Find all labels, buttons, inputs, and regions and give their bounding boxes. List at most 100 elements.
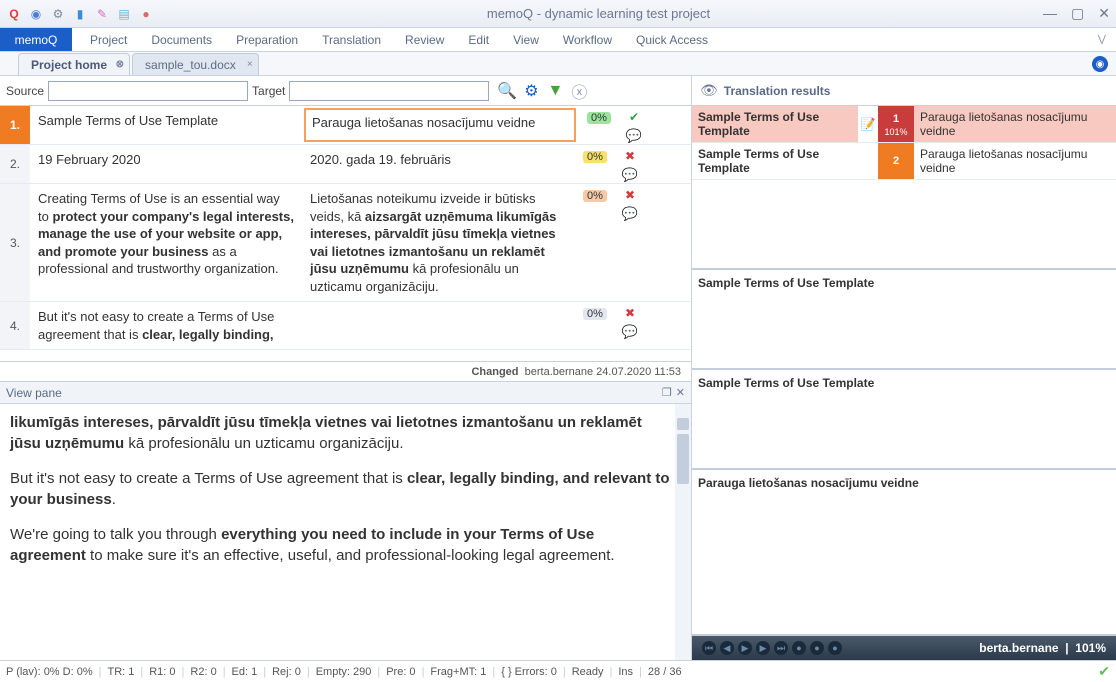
- status-bar: P (lav): 0% D: 0%|TR: 1|R1: 0|R2: 0|Ed: …: [0, 660, 1116, 682]
- info-text: Sample Terms of Use Template: [698, 276, 874, 290]
- ribbon-expand-icon[interactable]: ⋁: [1098, 34, 1116, 45]
- segment-match-pct: 0%: [574, 184, 616, 301]
- segment-row[interactable]: 4.But it's not easy to create a Terms of…: [0, 302, 691, 350]
- source-filter-input[interactable]: [48, 81, 248, 101]
- user-status-bar: ⏮ ◀ ▶ ▶ ⏭ ● ● ● berta.bernane | 101%: [692, 636, 1116, 660]
- status-field: Pre: 0: [386, 666, 415, 678]
- separator: |: [223, 666, 226, 678]
- segment-status: ✖💬: [616, 145, 644, 183]
- segment-target[interactable]: [302, 302, 574, 349]
- segment-target[interactable]: Lietošanas noteikumu izveide ir būtisks …: [302, 184, 574, 301]
- segment-row[interactable]: 2.19 February 20202020. gada 19. februār…: [0, 145, 691, 184]
- separator: |: [610, 666, 613, 678]
- tab-project-home[interactable]: Project home ⊗: [18, 53, 130, 75]
- segment-number: 4.: [0, 302, 30, 349]
- comment-icon[interactable]: 💬: [622, 167, 638, 183]
- menu-preparation[interactable]: Preparation: [236, 33, 298, 47]
- translation-results-title: Translation results: [724, 84, 831, 98]
- nav-last-icon[interactable]: ⏭: [774, 641, 788, 655]
- confirmed-icon[interactable]: ✔: [629, 110, 639, 124]
- close-button[interactable]: ✕: [1098, 5, 1110, 22]
- check-icon[interactable]: ✔: [1098, 663, 1110, 680]
- settings-gear-icon[interactable]: ⚙: [521, 81, 541, 101]
- eye-icon[interactable]: 👁: [700, 82, 718, 99]
- globe-icon[interactable]: ◉: [28, 6, 44, 22]
- gear-icon[interactable]: ⚙: [50, 6, 66, 22]
- close-icon[interactable]: ×: [247, 59, 253, 70]
- status-field: 28 / 36: [648, 666, 682, 678]
- segment-number: 3.: [0, 184, 30, 301]
- segment-number: 1.: [0, 106, 30, 144]
- match-row[interactable]: Sample Terms of Use Template📝1101%Paraug…: [692, 106, 1116, 143]
- preview-paragraph: likumīgās intereses, pārvaldīt jūsu tīme…: [10, 412, 673, 454]
- status-field: Empty: 290: [316, 666, 372, 678]
- segment-source[interactable]: Sample Terms of Use Template: [30, 106, 302, 144]
- segment-target[interactable]: 2020. gada 19. februāris: [302, 145, 574, 183]
- scroll-thumb[interactable]: [677, 434, 689, 484]
- q-icon[interactable]: Q: [6, 6, 22, 22]
- segment-row[interactable]: 3.Creating Terms of Use is an essential …: [0, 184, 691, 302]
- segments-grid[interactable]: 1.Sample Terms of Use TemplateParauga li…: [0, 106, 691, 362]
- nav-first-icon[interactable]: ⏮: [702, 641, 716, 655]
- status-field: R2: 0: [190, 666, 216, 678]
- unconfirmed-icon[interactable]: ✖: [625, 188, 635, 202]
- nav-prev-icon[interactable]: ◀: [720, 641, 734, 655]
- menu-translation[interactable]: Translation: [322, 33, 381, 47]
- filter-add-icon[interactable]: ▼: [545, 81, 565, 101]
- menu-workflow[interactable]: Workflow: [563, 33, 612, 47]
- matches-list[interactable]: Sample Terms of Use Template📝1101%Paraug…: [692, 106, 1116, 270]
- segment-match-pct: 0%: [574, 302, 616, 349]
- scrollbar[interactable]: [675, 404, 691, 660]
- minimize-button[interactable]: —: [1043, 5, 1057, 22]
- scroll-up-icon[interactable]: [677, 418, 689, 430]
- segment-source[interactable]: Creating Terms of Use is an essential wa…: [30, 184, 302, 301]
- view-pane-body[interactable]: likumīgās intereses, pārvaldīt jūsu tīme…: [0, 404, 691, 660]
- separator: |: [563, 666, 566, 678]
- nav-icon-7[interactable]: ●: [810, 641, 824, 655]
- segment-target[interactable]: Parauga lietošanas nosacījumu veidne: [304, 108, 576, 142]
- unconfirmed-icon[interactable]: ✖: [625, 306, 635, 320]
- close-icon[interactable]: ⊗: [116, 59, 124, 70]
- close-icon[interactable]: ✕: [676, 386, 685, 399]
- segment-row[interactable]: 1.Sample Terms of Use TemplateParauga li…: [0, 106, 691, 145]
- files-icon[interactable]: ▤: [116, 6, 132, 22]
- menu-project[interactable]: Project: [90, 33, 127, 47]
- comment-icon[interactable]: 💬: [626, 128, 642, 144]
- comment-icon[interactable]: 💬: [622, 206, 638, 222]
- nav-icon-8[interactable]: ●: [828, 641, 842, 655]
- nav-next-icon[interactable]: ▶: [756, 641, 770, 655]
- comment-icon[interactable]: 💬: [622, 324, 638, 340]
- segment-source[interactable]: 19 February 2020: [30, 145, 302, 183]
- tools-icon[interactable]: ✎: [94, 6, 110, 22]
- status-field: Frag+MT: 1: [430, 666, 486, 678]
- preview-toggle-icon[interactable]: ◉: [1092, 56, 1108, 72]
- separator: |: [492, 666, 495, 678]
- separator: |: [140, 666, 143, 678]
- changed-label: Changed: [471, 366, 518, 378]
- preview-paragraph: But it's not easy to create a Terms of U…: [10, 468, 673, 510]
- mic-icon[interactable]: ●: [138, 6, 154, 22]
- separator: |: [307, 666, 310, 678]
- nav-icon-6[interactable]: ●: [792, 641, 806, 655]
- status-field: P (lav): 0% D: 0%: [6, 666, 93, 678]
- unconfirmed-icon[interactable]: ✖: [625, 149, 635, 163]
- search-icon[interactable]: 🔍: [497, 81, 517, 101]
- menu-documents[interactable]: Documents: [151, 33, 212, 47]
- segment-source[interactable]: But it's not easy to create a Terms of U…: [30, 302, 302, 349]
- maximize-button[interactable]: ▢: [1071, 5, 1084, 22]
- menu-quick-access[interactable]: Quick Access: [636, 33, 708, 47]
- tab-document[interactable]: sample_tou.docx ×: [132, 53, 259, 75]
- brand-tab[interactable]: memoQ: [0, 28, 72, 51]
- nav-play-icon[interactable]: ▶: [738, 641, 752, 655]
- clear-icon[interactable]: ⓧ: [569, 81, 589, 101]
- user-name: berta.bernane: [979, 641, 1058, 655]
- menu-review[interactable]: Review: [405, 33, 444, 47]
- tab-label: Project home: [31, 58, 107, 72]
- match-row[interactable]: Sample Terms of Use Template2Parauga lie…: [692, 143, 1116, 180]
- restore-icon[interactable]: ❐: [662, 386, 672, 399]
- menu-edit[interactable]: Edit: [468, 33, 489, 47]
- target-filter-input[interactable]: [289, 81, 489, 101]
- menu-view[interactable]: View: [513, 33, 539, 47]
- book-icon[interactable]: ▮: [72, 6, 88, 22]
- match-target-box: Parauga lietošanas nosacījumu veidne: [692, 470, 1116, 636]
